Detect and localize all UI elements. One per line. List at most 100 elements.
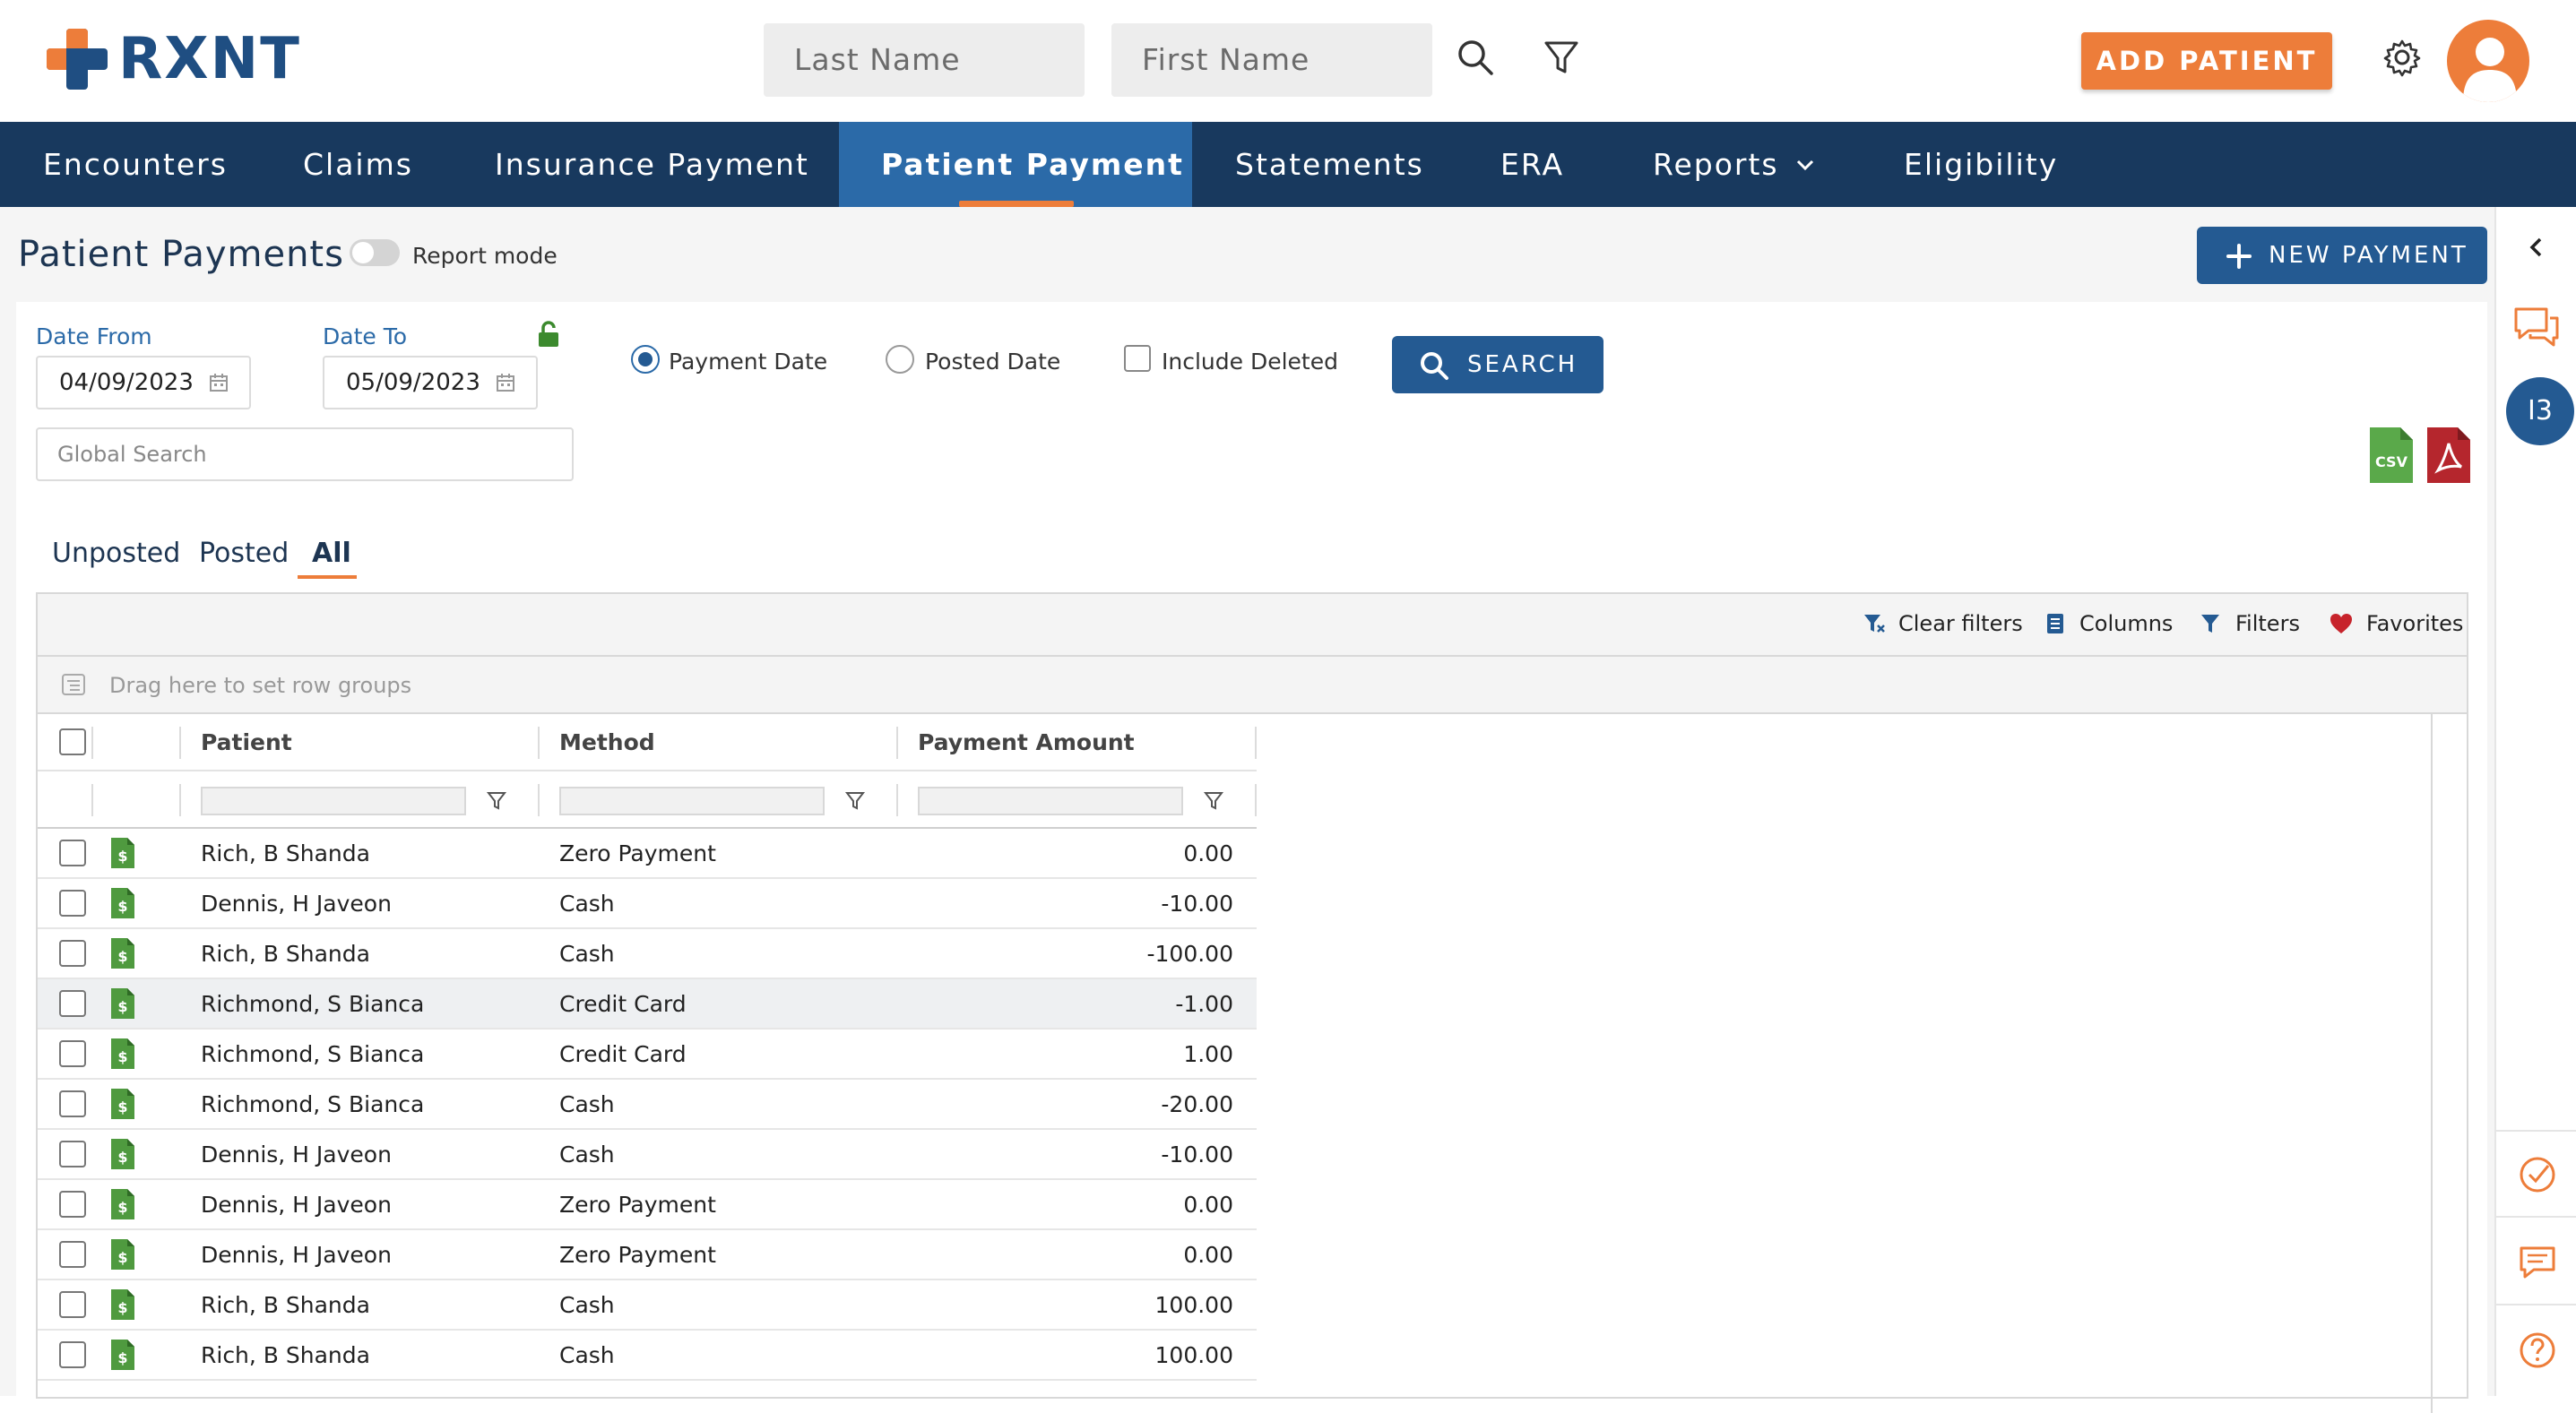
filter-icon[interactable] xyxy=(1203,789,1224,811)
nav-patient-payment-label: Patient Payment xyxy=(881,147,1184,182)
row-checkbox[interactable] xyxy=(59,890,86,917)
pdf-export-icon[interactable] xyxy=(2427,427,2470,483)
user-avatar[interactable] xyxy=(2447,20,2529,102)
vertical-scrollbar-track[interactable] xyxy=(2431,714,2433,1413)
table-row[interactable]: $ Dennis, H Javeon Cash -10.00 xyxy=(38,879,1257,929)
posted-date-label: Posted Date xyxy=(925,349,1061,375)
nav-era[interactable]: ERA xyxy=(1500,122,1564,207)
cell-patient: Rich, B Shanda xyxy=(201,1342,370,1368)
table-row[interactable]: $ Rich, B Shanda Cash 100.00 xyxy=(38,1331,1257,1381)
cell-method: Cash xyxy=(559,891,615,917)
payment-receipt-icon[interactable]: $ xyxy=(111,888,134,918)
add-patient-button[interactable]: ADD PATIENT xyxy=(2081,32,2332,90)
row-checkbox[interactable] xyxy=(59,940,86,967)
new-payment-button[interactable]: NEW PAYMENT xyxy=(2197,227,2487,284)
table-row[interactable]: $ Richmond, S Bianca Credit Card 1.00 xyxy=(38,1030,1257,1080)
nav-encounters[interactable]: Encounters xyxy=(43,122,228,207)
payment-date-radio[interactable] xyxy=(631,345,660,374)
favorites-button[interactable]: Favorites xyxy=(2329,611,2463,636)
chevron-left-icon[interactable] xyxy=(2523,234,2550,261)
grid-filter-row xyxy=(38,771,1257,829)
row-checkbox[interactable] xyxy=(59,840,86,866)
table-row[interactable]: $ Rich, B Shanda Cash -100.00 xyxy=(38,929,1257,979)
payment-receipt-icon[interactable]: $ xyxy=(111,1189,134,1219)
csv-export-icon[interactable]: CSV xyxy=(2370,427,2413,483)
row-checkbox[interactable] xyxy=(59,1291,86,1318)
table-row[interactable]: $ Rich, B Shanda Zero Payment 0.00 xyxy=(38,829,1257,879)
filter-icon[interactable] xyxy=(1540,36,1583,79)
filter-icon[interactable] xyxy=(844,789,866,811)
calendar-icon[interactable] xyxy=(208,372,229,393)
first-name-input[interactable]: First Name xyxy=(1111,23,1432,97)
patient-filter-input[interactable] xyxy=(201,787,466,815)
cell-patient: Rich, B Shanda xyxy=(201,1292,370,1318)
payment-receipt-icon[interactable]: $ xyxy=(111,1038,134,1069)
payment-receipt-icon[interactable]: $ xyxy=(111,938,134,969)
message-icon[interactable] xyxy=(2518,1243,2557,1282)
tab-all[interactable]: All xyxy=(312,538,351,569)
report-mode-toggle[interactable] xyxy=(350,239,400,266)
nav-reports[interactable]: Reports xyxy=(1653,122,1814,207)
row-checkbox[interactable] xyxy=(59,1241,86,1268)
table-row[interactable]: $ Dennis, H Javeon Cash -10.00 xyxy=(38,1130,1257,1180)
nav-patient-payment[interactable]: Patient Payment xyxy=(839,122,1192,207)
posted-date-radio[interactable] xyxy=(886,345,914,374)
filter-icon[interactable] xyxy=(486,789,507,811)
new-payment-label: NEW PAYMENT xyxy=(2269,242,2468,269)
row-checkbox[interactable] xyxy=(59,1090,86,1117)
chat-bubbles-icon[interactable] xyxy=(2512,306,2561,350)
table-row[interactable]: $ Richmond, S Bianca Cash -20.00 xyxy=(38,1080,1257,1130)
cell-method: Cash xyxy=(559,1142,615,1167)
unlock-icon[interactable] xyxy=(536,320,561,349)
cell-patient: Dennis, H Javeon xyxy=(201,1242,392,1268)
nav-statements[interactable]: Statements xyxy=(1235,122,1424,207)
payment-receipt-icon[interactable]: $ xyxy=(111,1340,134,1370)
global-search-input[interactable]: Global Search xyxy=(36,427,574,481)
row-checkbox[interactable] xyxy=(59,990,86,1017)
last-name-input[interactable]: Last Name xyxy=(764,23,1085,97)
help-icon[interactable] xyxy=(2518,1331,2557,1370)
row-checkbox[interactable] xyxy=(59,1040,86,1067)
tab-posted[interactable]: Posted xyxy=(199,538,289,569)
active-tab-indicator xyxy=(959,201,1074,207)
include-deleted-checkbox[interactable] xyxy=(1124,345,1151,372)
cell-payment-amount: 0.00 xyxy=(1183,840,1233,866)
payment-receipt-icon[interactable]: $ xyxy=(111,988,134,1019)
date-from-input[interactable]: 04/09/2023 xyxy=(36,356,251,409)
columns-button[interactable]: Columns xyxy=(2045,611,2173,636)
notification-badge[interactable]: I3 xyxy=(2506,377,2574,445)
payment-receipt-icon[interactable]: $ xyxy=(111,1089,134,1119)
col-header-patient[interactable]: Patient xyxy=(201,714,292,771)
filters-button[interactable]: Filters xyxy=(2200,611,2300,636)
cell-payment-amount: 0.00 xyxy=(1183,1192,1233,1218)
table-row[interactable]: $ Dennis, H Javeon Zero Payment 0.00 xyxy=(38,1230,1257,1280)
select-all-checkbox[interactable] xyxy=(59,728,86,755)
payment-receipt-icon[interactable]: $ xyxy=(111,1289,134,1320)
payment-receipt-icon[interactable]: $ xyxy=(111,1139,134,1169)
col-header-payment-amount[interactable]: Payment Amount xyxy=(918,714,1135,771)
nav-insurance-payment[interactable]: Insurance Payment xyxy=(495,122,809,207)
clear-filters-button[interactable]: Clear filters xyxy=(1863,611,2023,636)
table-row[interactable]: $ Richmond, S Bianca Credit Card -1.00 xyxy=(38,979,1257,1030)
table-row[interactable]: $ Dennis, H Javeon Zero Payment 0.00 xyxy=(38,1180,1257,1230)
amount-filter-input[interactable] xyxy=(918,787,1183,815)
row-group-drop-zone[interactable]: Drag here to set row groups xyxy=(38,657,2467,714)
table-row[interactable]: $ Rich, B Shanda Cash 100.00 xyxy=(38,1280,1257,1331)
payment-receipt-icon[interactable]: $ xyxy=(111,838,134,868)
nav-claims[interactable]: Claims xyxy=(303,122,413,207)
row-checkbox[interactable] xyxy=(59,1191,86,1218)
check-circle-icon[interactable] xyxy=(2518,1155,2557,1194)
payment-receipt-icon[interactable]: $ xyxy=(111,1239,134,1270)
method-filter-input[interactable] xyxy=(559,787,825,815)
tab-unposted[interactable]: Unposted xyxy=(52,538,180,569)
col-header-method[interactable]: Method xyxy=(559,714,655,771)
row-checkbox[interactable] xyxy=(59,1141,86,1167)
nav-eligibility[interactable]: Eligibility xyxy=(1904,122,2058,207)
date-to-input[interactable]: 05/09/2023 xyxy=(323,356,538,409)
rxnt-logo[interactable]: RXNT xyxy=(43,25,301,93)
calendar-icon[interactable] xyxy=(495,372,516,393)
row-checkbox[interactable] xyxy=(59,1341,86,1368)
gear-icon[interactable] xyxy=(2381,36,2424,79)
search-icon[interactable] xyxy=(1454,36,1497,79)
search-button[interactable]: SEARCH xyxy=(1392,336,1604,393)
